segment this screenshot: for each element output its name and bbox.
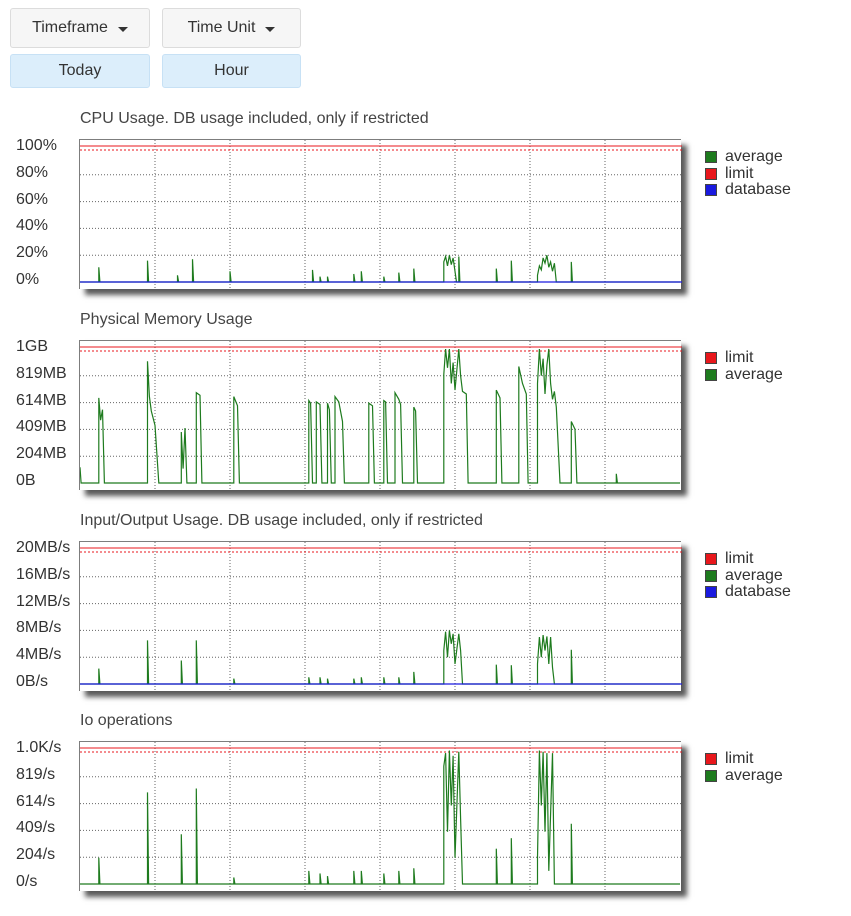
y-tick-label: 614/s <box>16 792 56 810</box>
y-tick-label: 60% <box>16 190 49 208</box>
y-tick-label: 204MB <box>16 445 67 463</box>
y-tick-label: 16MB/s <box>16 565 71 583</box>
chart-plot-area <box>79 541 682 692</box>
legend-item: database <box>705 182 791 199</box>
legend-item: database <box>705 584 791 601</box>
legend-item: limit <box>705 164 791 183</box>
caret-down-icon <box>265 26 276 32</box>
y-tick-label: 1GB <box>16 338 49 355</box>
timeunit-value: Hour <box>214 62 249 79</box>
legend-item: limit <box>705 350 783 367</box>
legend-swatch <box>705 569 717 582</box>
chart-svg <box>80 742 682 892</box>
chart-legend: limit average <box>705 350 783 383</box>
y-tick-label: 4MB/s <box>16 646 62 664</box>
legend-label: average <box>725 766 783 784</box>
legend-item: average <box>705 149 791 166</box>
y-tick-label: 8MB/s <box>16 619 62 637</box>
legend-swatch <box>705 184 717 197</box>
chart-plot-area <box>79 741 682 892</box>
y-tick-label: 80% <box>16 163 49 181</box>
chart-legend: limit average <box>705 751 783 784</box>
chart-title: Io operations <box>80 712 173 729</box>
chart-legend: limit average database <box>705 551 791 601</box>
timeframe-label: Timeframe <box>32 19 108 36</box>
chart-title: Input/Output Usage. DB usage included, o… <box>80 512 483 529</box>
y-tick-label: 819/s <box>16 765 56 783</box>
y-tick-label: 0% <box>16 271 40 288</box>
legend-swatch <box>705 753 717 766</box>
legend-swatch <box>705 151 717 164</box>
legend-label: database <box>725 583 791 601</box>
y-tick-label: 100% <box>16 137 57 154</box>
legend-label: limit <box>725 750 754 768</box>
chart-svg <box>80 542 682 692</box>
y-tick-label: 409/s <box>16 819 56 837</box>
y-tick-label: 614MB <box>16 391 67 409</box>
y-tick-label: 20% <box>16 244 49 262</box>
timeframe-value-button[interactable]: Today <box>10 54 150 88</box>
series-line-average <box>80 254 680 283</box>
legend-item: average <box>705 766 783 785</box>
legend-label: average <box>725 566 783 584</box>
chart-plot-area <box>79 139 682 290</box>
chart-svg <box>80 341 682 491</box>
legend-item: average <box>705 566 791 585</box>
chart-plot-area <box>79 340 682 491</box>
y-tick-label: 0B/s <box>16 673 49 690</box>
legend-swatch <box>705 553 717 566</box>
y-tick-label: 204/s <box>16 846 56 864</box>
legend-swatch <box>705 352 717 365</box>
caret-down-icon <box>117 26 128 32</box>
legend-label: limit <box>725 164 754 182</box>
y-tick-label: 12MB/s <box>16 592 71 610</box>
timeunit-value-button[interactable]: Hour <box>162 54 301 88</box>
timeframe-dropdown[interactable]: Timeframe <box>10 8 150 48</box>
timeframe-value: Today <box>58 62 102 79</box>
legend-swatch <box>705 769 717 782</box>
legend-item: average <box>705 365 783 384</box>
legend-swatch <box>705 368 717 381</box>
chart-legend: average limit database <box>705 149 791 199</box>
chart-svg <box>80 140 682 290</box>
legend-label: limit <box>725 550 754 568</box>
y-tick-label: 20MB/s <box>16 539 71 556</box>
legend-label: limit <box>725 349 754 367</box>
y-tick-label: 0B <box>16 472 36 489</box>
y-tick-label: 819MB <box>16 364 67 382</box>
chart-title: CPU Usage. DB usage included, only if re… <box>80 110 429 127</box>
chart-title: Physical Memory Usage <box>80 311 253 328</box>
legend-label: database <box>725 181 791 199</box>
legend-item: limit <box>705 751 783 768</box>
legend-swatch <box>705 586 717 599</box>
legend-label: average <box>725 148 783 166</box>
y-tick-label: 0/s <box>16 873 38 890</box>
y-tick-label: 40% <box>16 217 49 235</box>
legend-label: average <box>725 365 783 383</box>
y-tick-label: 409MB <box>16 418 67 436</box>
y-tick-label: 1.0K/s <box>16 739 62 756</box>
legend-swatch <box>705 167 717 180</box>
legend-item: limit <box>705 551 791 568</box>
timeunit-label: Time Unit <box>187 19 256 36</box>
timeunit-dropdown[interactable]: Time Unit <box>162 8 301 48</box>
